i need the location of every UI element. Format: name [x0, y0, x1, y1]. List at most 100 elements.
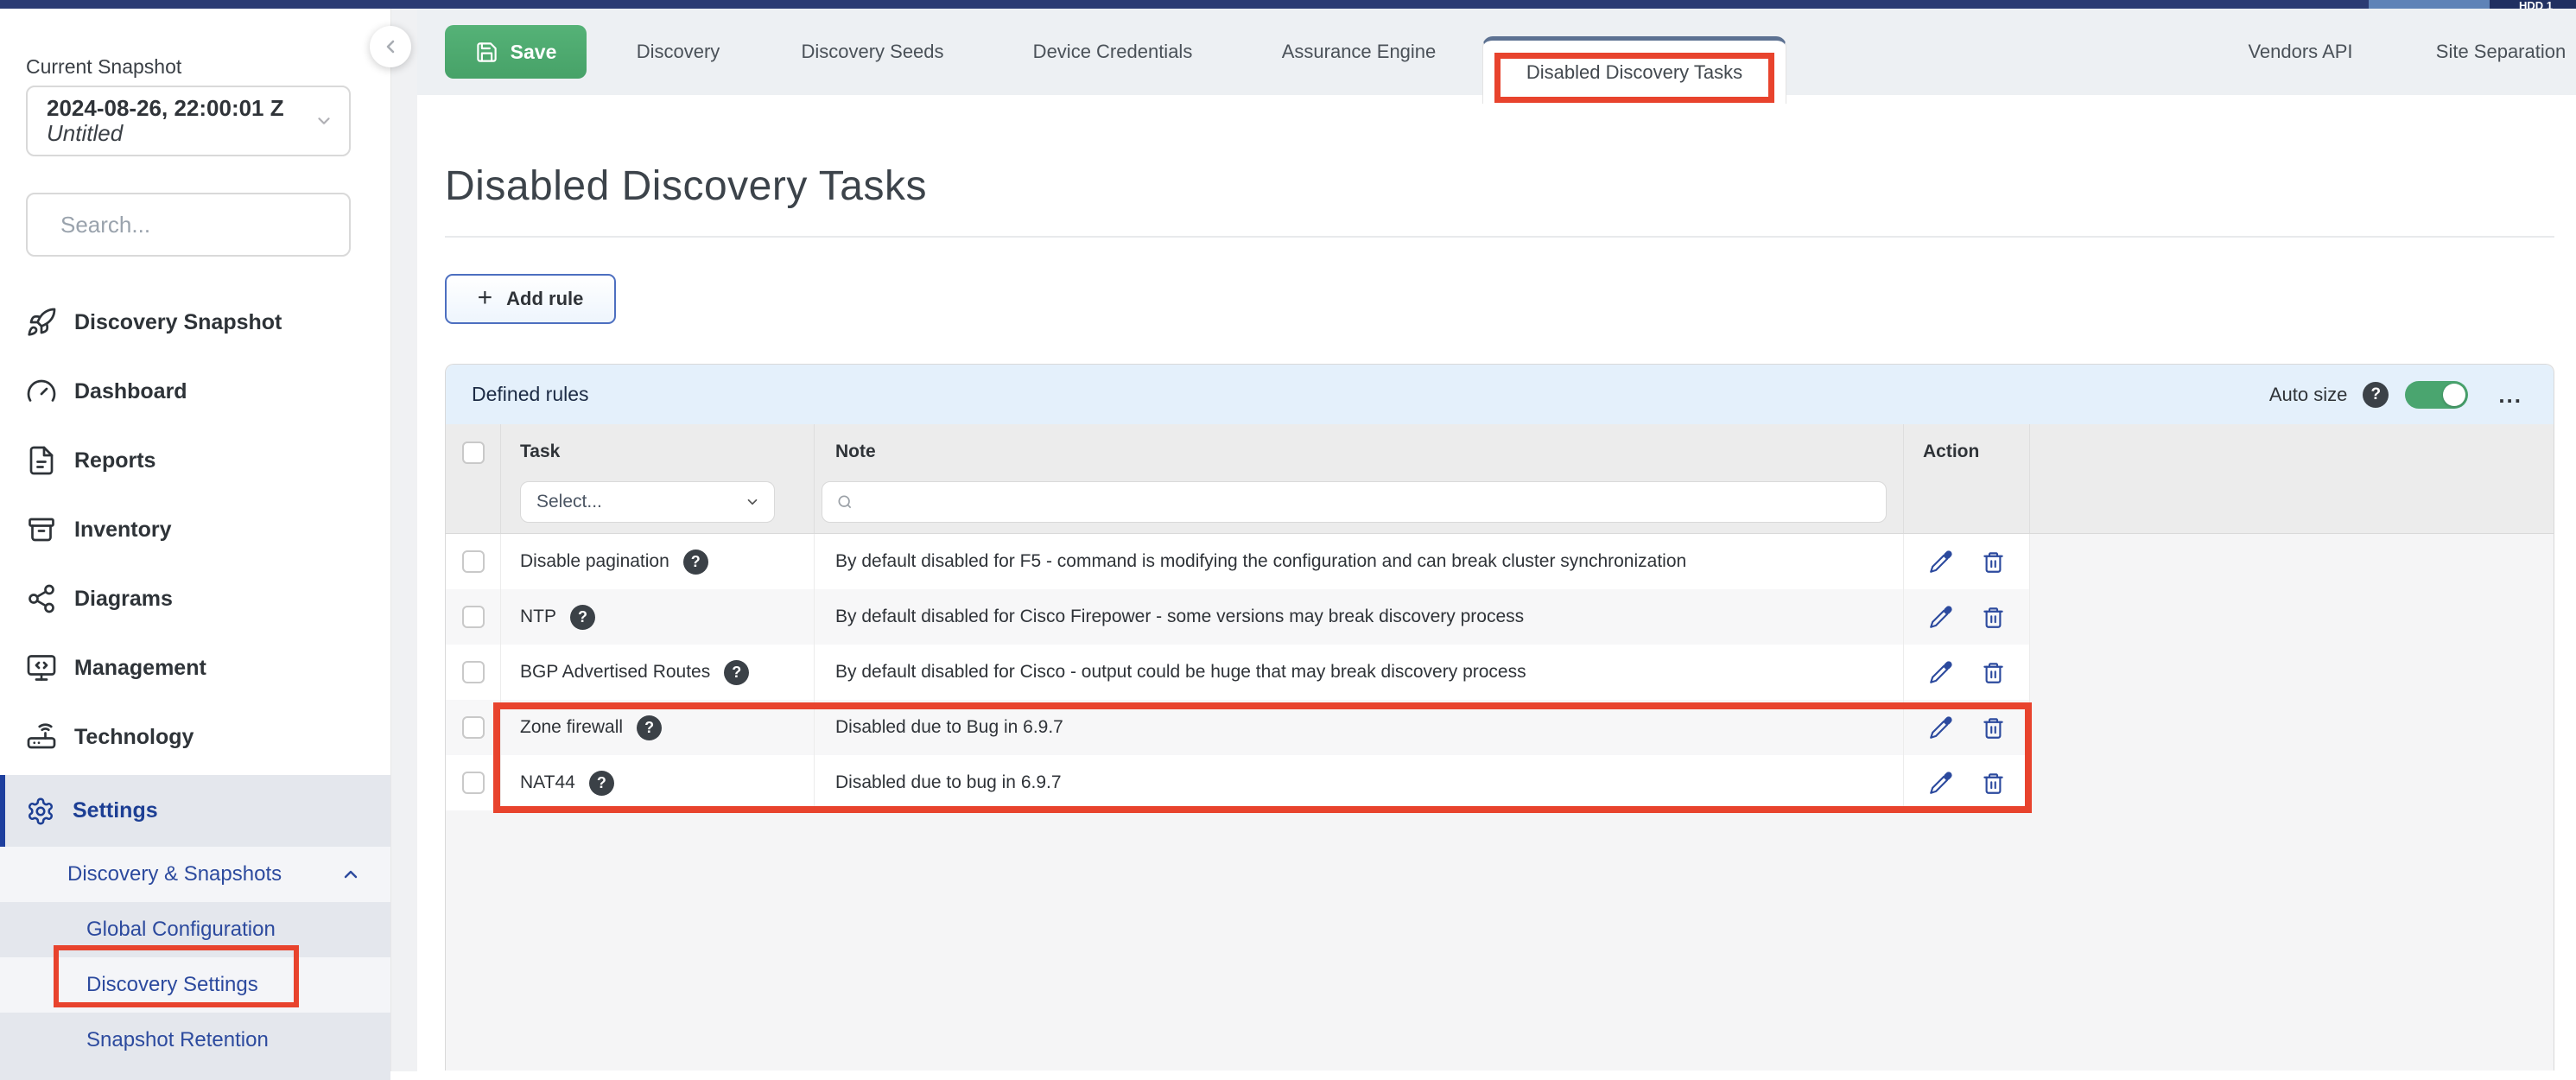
edit-icon[interactable]	[1929, 606, 1952, 629]
snapshot-name: Untitled	[47, 121, 314, 146]
task-filter-select[interactable]: Select...	[520, 481, 775, 523]
note-text: Disabled due to Bug in 6.9.7	[815, 700, 1904, 755]
row-checkbox[interactable]	[462, 716, 485, 739]
topbar-light-segment	[2369, 0, 2490, 9]
task-column: Task Select...	[501, 424, 815, 533]
sidebar-item-label: Technology	[74, 725, 194, 750]
note-text: Disabled due to bug in 6.9.7	[815, 755, 1904, 810]
sidebar-item-label: Diagrams	[74, 587, 173, 612]
row-checkbox[interactable]	[462, 606, 485, 628]
gear-icon	[26, 797, 55, 826]
add-rule-label: Add rule	[506, 288, 583, 310]
action-column-header: Action	[1904, 442, 2029, 462]
snapshot-select-value: 2024-08-26, 22:00:01 Z Untitled	[47, 96, 314, 146]
task-name: NAT44	[520, 772, 575, 793]
save-button[interactable]: Save	[445, 25, 587, 79]
active-tab-label: Disabled Discovery Tasks	[1526, 61, 1742, 84]
note-column: Note	[815, 424, 1904, 533]
panel-header: Defined rules Auto size ? ...	[446, 365, 2554, 424]
edit-icon[interactable]	[1929, 716, 1952, 740]
snapshot-select[interactable]: 2024-08-26, 22:00:01 Z Untitled	[26, 86, 351, 156]
tab-device-credentials[interactable]: Device Credentials	[1033, 9, 1193, 95]
sidebar-item-management[interactable]: Management	[0, 633, 390, 702]
task-help-icon[interactable]: ?	[724, 660, 749, 685]
chevron-up-icon	[340, 864, 361, 885]
sidebar-item-settings[interactable]: Settings	[0, 775, 390, 847]
delete-icon[interactable]	[1982, 550, 2005, 574]
delete-icon[interactable]	[1982, 772, 2005, 795]
filler-column	[2030, 424, 2554, 533]
table-row: NAT44? Disabled due to bug in 6.9.7	[446, 755, 2554, 810]
sidebar-item-discovery-and-snapshots[interactable]: Discovery & Snapshots	[0, 847, 390, 902]
tab-assurance-engine[interactable]: Assurance Engine	[1282, 9, 1437, 95]
network-diagram-icon	[26, 583, 57, 614]
sidebar-item-label: Reports	[74, 448, 155, 473]
settings-section: Settings Discovery & Snapshots Global Co…	[0, 775, 390, 1080]
plus-icon: +	[478, 283, 493, 313]
task-help-icon[interactable]: ?	[570, 605, 595, 630]
tab-site-separation[interactable]: Site Separation	[2436, 9, 2566, 95]
sidebar-item-diagrams[interactable]: Diagrams	[0, 564, 390, 633]
table-row: Zone firewall? Disabled due to Bug in 6.…	[446, 700, 2554, 755]
monitor-code-icon	[26, 652, 57, 683]
router-icon	[26, 721, 57, 753]
save-button-label: Save	[511, 41, 557, 64]
top-status-bar: HDD 1	[0, 0, 2576, 9]
main-panel: Disabled Discovery Tasks + Add rule Defi…	[417, 162, 2576, 1070]
task-column-header: Task	[501, 442, 814, 462]
sidebar-search-input[interactable]	[59, 211, 352, 239]
task-help-icon[interactable]: ?	[589, 771, 614, 796]
topbar-status-text: HDD 1	[2490, 0, 2576, 9]
task-name: BGP Advertised Routes	[520, 662, 710, 683]
sidebar-item-dashboard[interactable]: Dashboard	[0, 357, 390, 426]
table-row: BGP Advertised Routes? By default disabl…	[446, 645, 2554, 700]
sidebar-item-global-configuration[interactable]: Global Configuration	[0, 902, 390, 957]
note-filter-search[interactable]	[822, 481, 1887, 523]
sidebar-item-technology[interactable]: Technology	[0, 702, 390, 772]
note-filter-input[interactable]	[862, 492, 1872, 513]
edit-icon[interactable]	[1929, 550, 1952, 574]
auto-size-help-icon[interactable]: ?	[2363, 382, 2389, 408]
tab-vendors-api[interactable]: Vendors API	[2248, 9, 2352, 95]
row-checkbox[interactable]	[462, 550, 485, 573]
current-snapshot-label: Current Snapshot	[26, 55, 390, 79]
sidebar-item-discovery-snapshot[interactable]: Discovery Snapshot	[0, 288, 390, 357]
row-checkbox[interactable]	[462, 661, 485, 683]
active-section-bar	[0, 775, 5, 847]
table-row: Disable pagination? By default disabled …	[446, 534, 2554, 589]
sidebar-collapse-button[interactable]	[370, 26, 411, 67]
content-area: Save Discovery Discovery Seeds Device Cr…	[417, 9, 2576, 1071]
sidebar-search[interactable]	[26, 193, 351, 257]
submenu-parent-label: Discovery & Snapshots	[67, 862, 340, 886]
sidebar-item-inventory[interactable]: Inventory	[0, 495, 390, 564]
task-help-icon[interactable]: ?	[637, 715, 662, 740]
auto-size-label: Auto size	[2269, 384, 2348, 406]
add-rule-button[interactable]: + Add rule	[445, 274, 616, 324]
select-all-checkbox[interactable]	[462, 442, 485, 464]
delete-icon[interactable]	[1982, 661, 2005, 684]
tab-disabled-discovery-tasks[interactable]: Disabled Discovery Tasks	[1482, 36, 1786, 104]
title-divider	[445, 236, 2554, 238]
task-help-icon[interactable]: ?	[683, 550, 708, 575]
sidebar-item-reports[interactable]: Reports	[0, 426, 390, 495]
row-checkbox[interactable]	[462, 772, 485, 794]
archive-box-icon	[26, 514, 57, 545]
sidebar-item-discovery-settings[interactable]: Discovery Settings	[0, 957, 390, 1013]
panel-title: Defined rules	[472, 383, 2269, 406]
chevron-down-icon	[745, 494, 760, 510]
edit-icon[interactable]	[1929, 661, 1952, 684]
toggle-knob	[2443, 384, 2465, 406]
sidebar-gutter	[390, 9, 417, 1071]
more-options-button[interactable]: ...	[2498, 391, 2522, 399]
auto-size-toggle[interactable]	[2405, 381, 2468, 409]
tab-discovery[interactable]: Discovery	[637, 9, 720, 95]
sidebar-item-snapshot-retention[interactable]: Snapshot Retention	[0, 1013, 390, 1068]
delete-icon[interactable]	[1982, 606, 2005, 629]
edit-icon[interactable]	[1929, 772, 1952, 795]
note-text: By default disabled for Cisco - output c…	[815, 645, 1904, 700]
tab-discovery-seeds[interactable]: Discovery Seeds	[801, 9, 943, 95]
delete-icon[interactable]	[1982, 716, 2005, 740]
sidebar: Current Snapshot 2024-08-26, 22:00:01 Z …	[0, 9, 390, 1071]
settings-tabbar: Save Discovery Discovery Seeds Device Cr…	[417, 9, 2576, 95]
sidebar-item-label: Settings	[73, 798, 158, 823]
